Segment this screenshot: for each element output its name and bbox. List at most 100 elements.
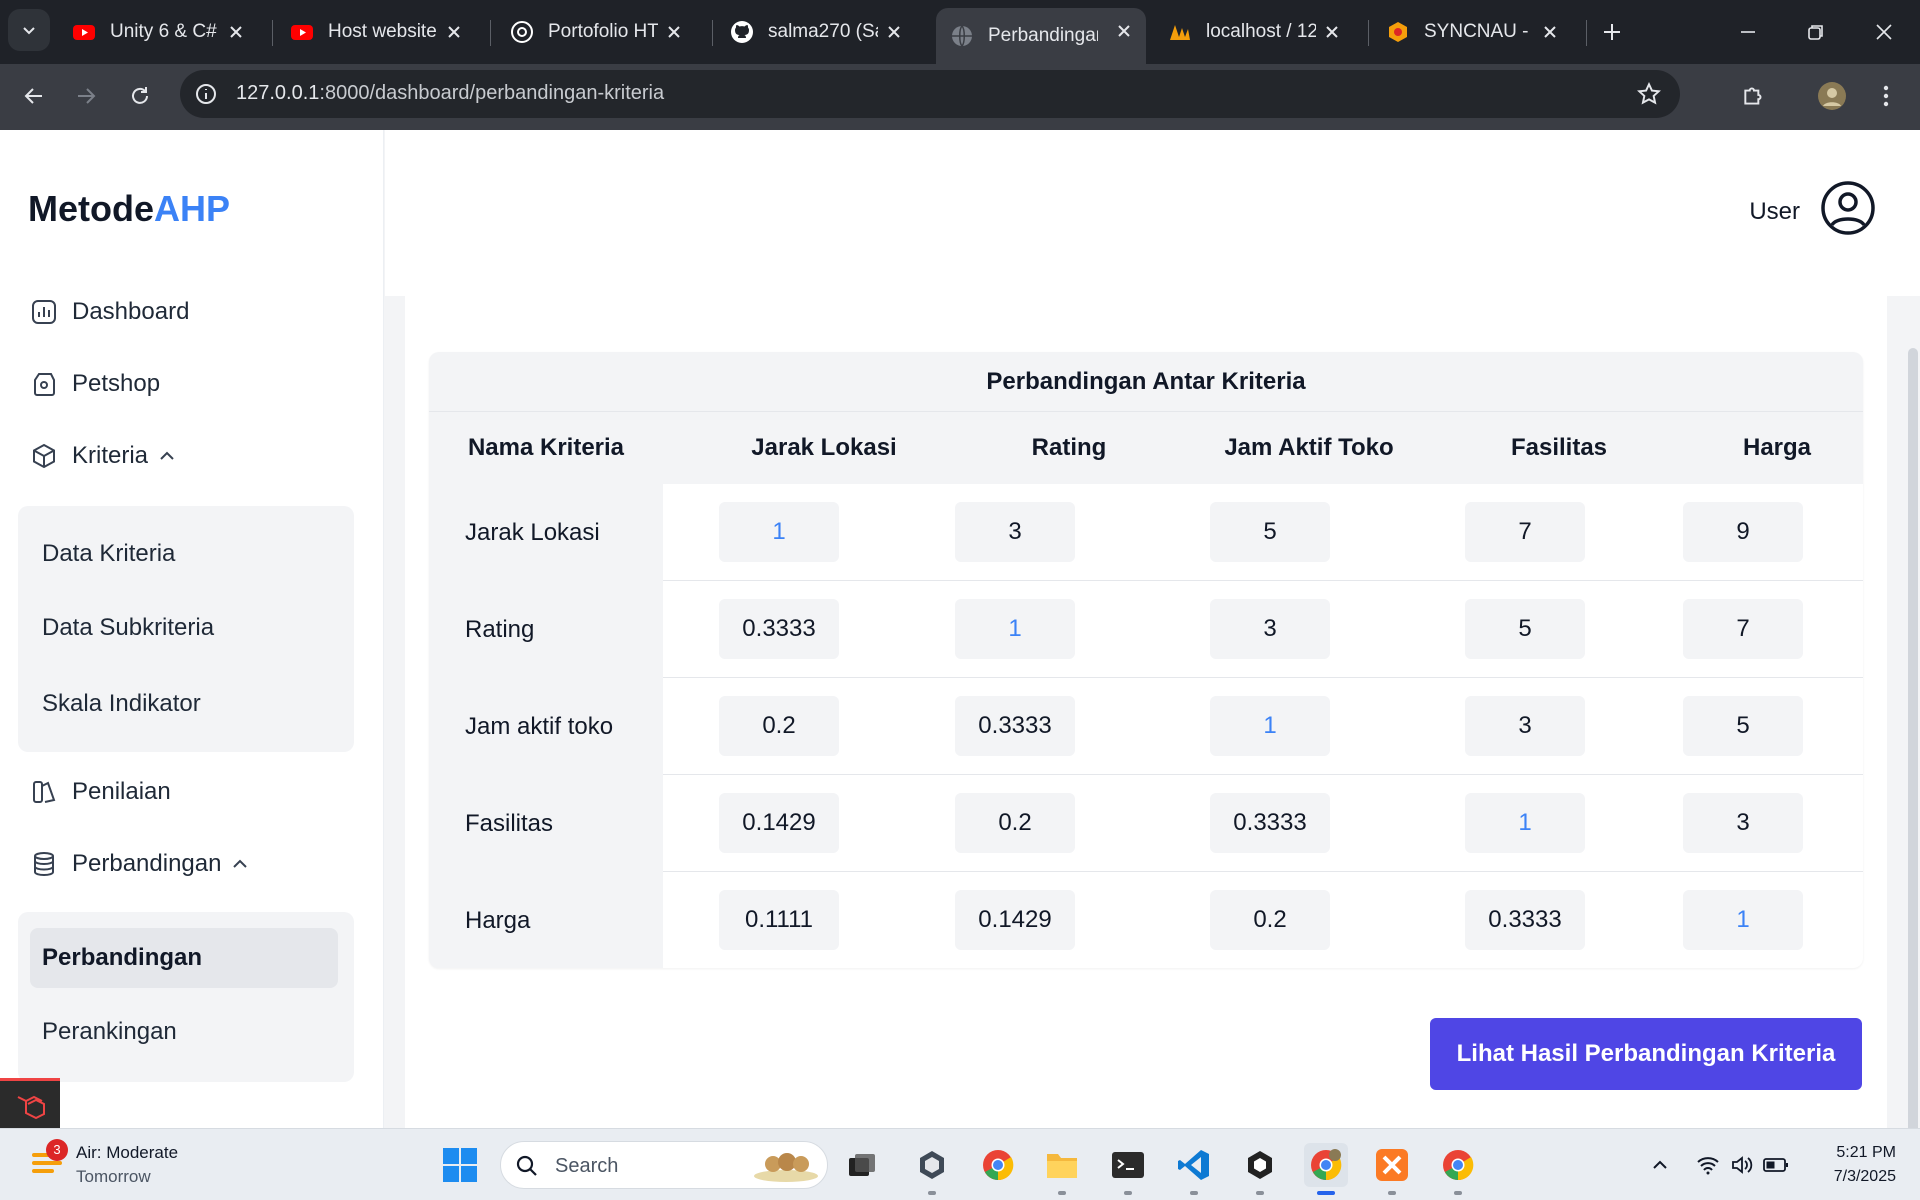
sidebar-item-penilaian[interactable]: Penilaian xyxy=(30,778,171,806)
sidebar-item-perbandingan-active[interactable]: Perbandingan xyxy=(30,928,338,988)
taskbar-search-box[interactable]: Search xyxy=(500,1141,828,1189)
user-name[interactable]: User xyxy=(1749,198,1800,226)
tray-volume[interactable] xyxy=(1728,1151,1756,1179)
close-icon[interactable] xyxy=(1320,20,1344,44)
address-bar[interactable]: 127.0.0.1:8000/dashboard/perbandingan-kr… xyxy=(180,70,1680,118)
matrix-cell[interactable]: 7 xyxy=(1465,502,1585,562)
browser-tab[interactable]: Host website c xyxy=(276,9,476,55)
sidebar-item-skala-indikator[interactable]: Skala Indikator xyxy=(42,690,201,718)
forward-button[interactable] xyxy=(66,76,106,116)
taskbar-app-chrome-2[interactable] xyxy=(1436,1143,1480,1187)
laravel-debugbar-badge[interactable] xyxy=(0,1078,60,1128)
sidebar-item-data-kriteria[interactable]: Data Kriteria xyxy=(42,540,175,568)
new-tab-button[interactable] xyxy=(1594,14,1630,50)
matrix-cell[interactable]: 1 xyxy=(719,502,839,562)
matrix-cell[interactable]: 1 xyxy=(1210,696,1330,756)
matrix-cell[interactable]: 0.3333 xyxy=(719,599,839,659)
sidebar-item-petshop[interactable]: Petshop xyxy=(30,370,160,398)
cube-icon xyxy=(33,443,55,469)
matrix-cell[interactable]: 0.3333 xyxy=(955,696,1075,756)
matrix-cell[interactable]: 5 xyxy=(1683,696,1803,756)
matrix-cell[interactable]: 1 xyxy=(1465,793,1585,853)
matrix-cell[interactable]: 0.1429 xyxy=(719,793,839,853)
browser-tab[interactable]: Unity 6 & C# xyxy=(58,9,258,55)
matrix-cell[interactable]: 0.3333 xyxy=(1210,793,1330,853)
taskbar-app-chrome-profile[interactable] xyxy=(1304,1143,1348,1187)
profile-button[interactable] xyxy=(1814,78,1850,114)
sidebar-item-perankingan[interactable]: Perankingan xyxy=(42,1018,177,1046)
taskbar-app-xampp[interactable] xyxy=(1370,1143,1414,1187)
brand-main: Metode xyxy=(28,188,154,229)
more-vertical-icon xyxy=(1883,85,1889,107)
restore-button[interactable] xyxy=(1798,14,1834,50)
taskbar-app-chrome[interactable] xyxy=(976,1143,1020,1187)
close-icon[interactable] xyxy=(1112,19,1136,43)
matrix-cell[interactable]: 0.2 xyxy=(1210,890,1330,950)
matrix-cell[interactable]: 5 xyxy=(1210,502,1330,562)
taskbar-app-unity[interactable] xyxy=(910,1143,954,1187)
sidebar-item-kriteria[interactable]: Kriteria xyxy=(30,442,176,470)
reload-button[interactable] xyxy=(120,76,160,116)
browser-tab-active[interactable]: Perbandingan xyxy=(936,8,1146,64)
app-page: MetodeAHP Dashboard Petshop Kriteria Dat… xyxy=(0,130,1920,1174)
task-view-icon xyxy=(849,1154,875,1176)
browser-menu-button[interactable] xyxy=(1868,78,1904,114)
sidebar-item-perbandingan[interactable]: Perbandingan xyxy=(30,850,249,878)
taskbar-app-task-view[interactable] xyxy=(840,1143,884,1187)
taskbar-app-vscode[interactable] xyxy=(1172,1143,1216,1187)
tray-battery[interactable] xyxy=(1762,1151,1790,1179)
table-header: Harga xyxy=(1742,434,1812,461)
close-icon[interactable] xyxy=(662,20,686,44)
page-scrollbar[interactable] xyxy=(1908,348,1918,1174)
sidebar-item-label: Petshop xyxy=(72,370,161,397)
url-text[interactable]: 127.0.0.1:8000/dashboard/perbandingan-kr… xyxy=(236,82,664,105)
browser-tab[interactable]: localhost / 12 xyxy=(1154,9,1354,55)
matrix-cell[interactable]: 0.3333 xyxy=(1465,890,1585,950)
taskbar-clock[interactable]: 5:21 PM 7/3/2025 xyxy=(1796,1141,1896,1189)
table-row: Jam aktif toko 0.2 0.3333 1 3 5 xyxy=(429,678,1863,775)
info-icon[interactable] xyxy=(194,82,218,106)
close-icon[interactable] xyxy=(224,20,248,44)
taskbar-app-unity-hub[interactable] xyxy=(1238,1143,1282,1187)
url-path: :8000/dashboard/perbandingan-kriteria xyxy=(319,82,665,104)
tray-wifi[interactable] xyxy=(1694,1151,1722,1179)
view-comparison-result-button[interactable]: Lihat Hasil Perbandingan Kriteria xyxy=(1430,1018,1862,1090)
close-window-button[interactable] xyxy=(1866,14,1902,50)
close-icon[interactable] xyxy=(882,20,906,44)
sidebar-item-dashboard[interactable]: Dashboard xyxy=(30,298,189,326)
notification-badge: 3 xyxy=(46,1139,68,1161)
chevron-up-icon xyxy=(160,451,174,460)
matrix-cell[interactable]: 0.1429 xyxy=(955,890,1075,950)
browser-tab[interactable]: SYNCNAU - P xyxy=(1372,9,1572,55)
matrix-cell[interactable]: 0.1111 xyxy=(719,890,839,950)
windows-start-icon[interactable] xyxy=(442,1147,478,1183)
tab-search-button[interactable] xyxy=(8,9,50,51)
matrix-cell[interactable]: 5 xyxy=(1465,599,1585,659)
matrix-cell[interactable]: 3 xyxy=(1210,599,1330,659)
matrix-cell[interactable]: 3 xyxy=(955,502,1075,562)
extensions-button[interactable] xyxy=(1736,78,1772,114)
taskbar-app-file-explorer[interactable] xyxy=(1040,1143,1084,1187)
tray-overflow-button[interactable] xyxy=(1646,1151,1674,1179)
matrix-cell[interactable]: 0.2 xyxy=(719,696,839,756)
close-icon[interactable] xyxy=(1538,20,1562,44)
perbandingan-submenu: Perbandingan Perankingan xyxy=(18,912,354,1082)
matrix-cell[interactable]: 7 xyxy=(1683,599,1803,659)
matrix-cell[interactable]: 9 xyxy=(1683,502,1803,562)
bookmark-star-icon[interactable] xyxy=(1636,81,1662,107)
matrix-cell[interactable]: 3 xyxy=(1683,793,1803,853)
user-circle-icon[interactable] xyxy=(1820,180,1876,236)
taskbar-app-terminal[interactable] xyxy=(1106,1143,1150,1187)
matrix-cell[interactable]: 1 xyxy=(1683,890,1803,950)
browser-tab[interactable]: salma270 (Sal xyxy=(716,9,916,55)
matrix-cell[interactable]: 0.2 xyxy=(955,793,1075,853)
browser-tab[interactable]: Portofolio HTM xyxy=(496,9,696,55)
close-icon[interactable] xyxy=(442,20,466,44)
back-button[interactable] xyxy=(14,76,54,116)
matrix-cell[interactable]: 1 xyxy=(955,599,1075,659)
brand-logo[interactable]: MetodeAHP xyxy=(28,188,230,230)
minimize-button[interactable] xyxy=(1730,14,1766,50)
sidebar-item-data-subkriteria[interactable]: Data Subkriteria xyxy=(42,614,214,642)
matrix-cell[interactable]: 3 xyxy=(1465,696,1585,756)
table-header: Fasilitas xyxy=(1510,434,1608,461)
